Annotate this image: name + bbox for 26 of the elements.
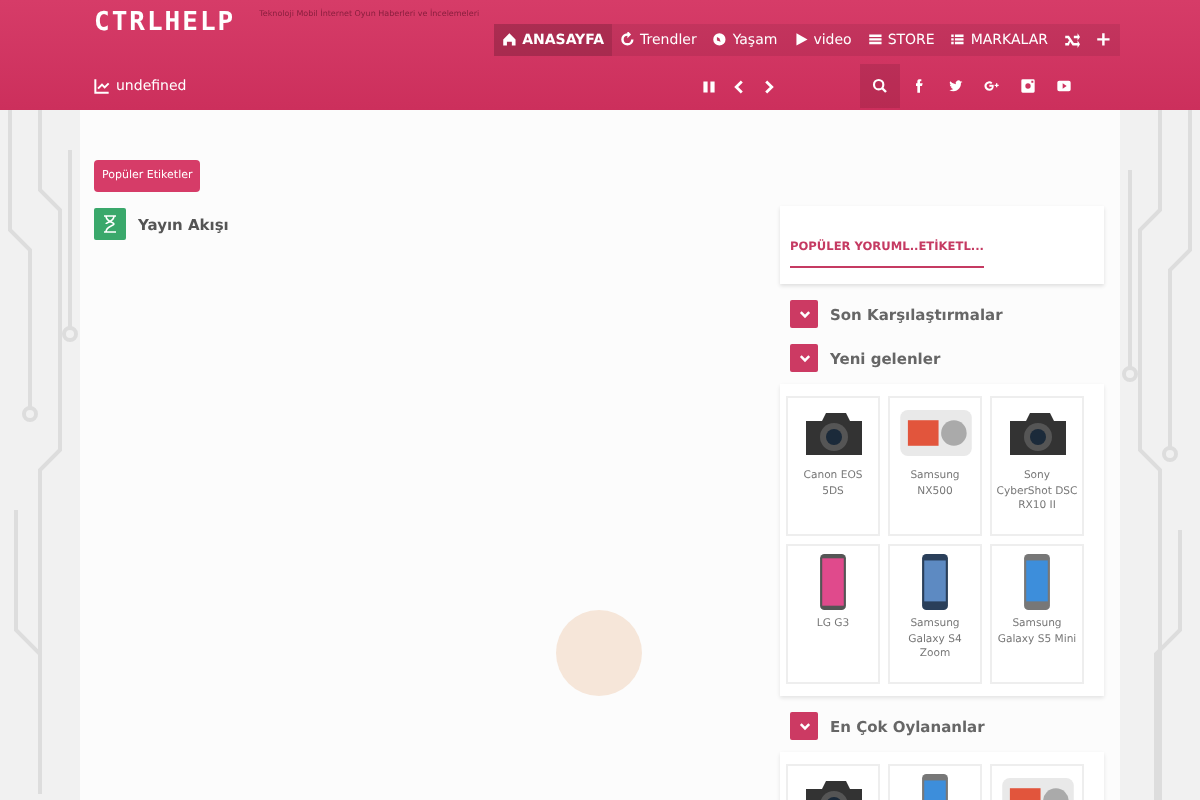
chevron-down-icon: [797, 307, 811, 321]
search-icon: [872, 78, 888, 94]
facebook-icon: [912, 78, 928, 94]
collapse-button[interactable]: [790, 300, 818, 328]
chevron-right-icon: [762, 79, 776, 93]
play-icon: [793, 32, 810, 48]
refresh-icon: [620, 32, 637, 48]
hourglass-icon: [94, 208, 126, 240]
collapse-button[interactable]: [790, 712, 818, 740]
shuffle-icon: [1064, 32, 1080, 48]
chevron-down-icon: [797, 351, 811, 365]
list-icon: [950, 32, 967, 48]
collapse-button[interactable]: [790, 344, 818, 372]
chevron-down-icon: [797, 719, 811, 733]
loading-spinner: [556, 610, 642, 696]
plus-icon: [1096, 32, 1112, 48]
chart-line-icon: [94, 78, 110, 94]
search-button[interactable]: [860, 64, 900, 108]
youtube-icon: [1056, 78, 1072, 94]
home-icon: [502, 32, 519, 48]
chevron-left-icon: [732, 79, 746, 93]
site-logo[interactable]: CTRLHELP: [94, 8, 236, 38]
instagram-icon: [1020, 78, 1036, 94]
googleplus-icon: [984, 78, 1000, 94]
pause-icon: [702, 79, 716, 93]
twitter-icon: [948, 78, 964, 94]
